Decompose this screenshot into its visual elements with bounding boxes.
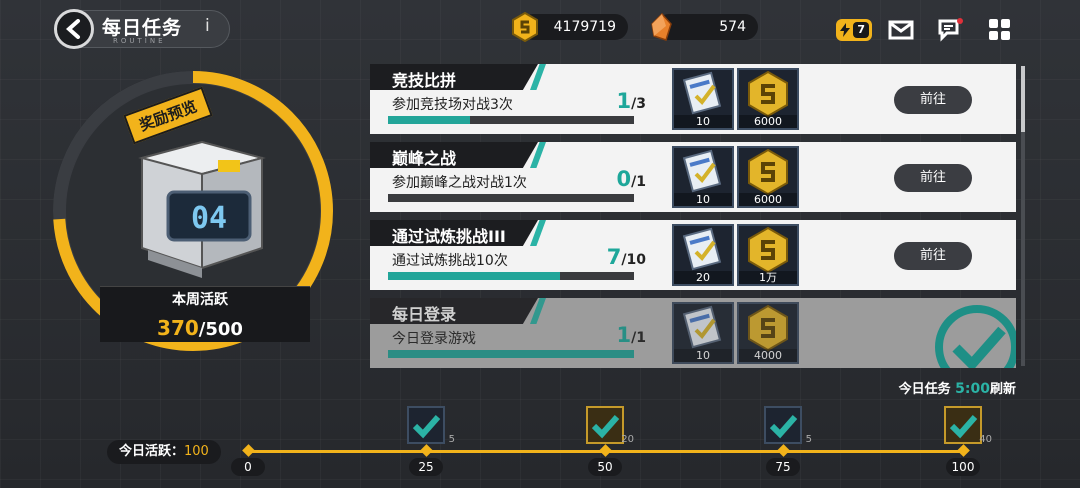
milestone-chest[interactable]: 40 <box>944 406 992 445</box>
svg-text:04: 04 <box>191 201 227 236</box>
task-progress-current: 1 <box>616 89 632 113</box>
scrollbar-thumb[interactable] <box>1021 66 1025 132</box>
coin-icon <box>748 70 788 118</box>
task-progress-total: /1 <box>631 174 646 190</box>
daily-activity: 今日活跃：100 <box>107 440 221 464</box>
task-progress-bar <box>388 194 634 202</box>
milestone-count: 5 <box>448 434 455 445</box>
task-description: 通过试炼挑战10次 <box>392 253 508 269</box>
milestone-count: 40 <box>979 434 992 445</box>
go-button[interactable]: 前往 <box>894 86 972 114</box>
timeline-tick-label: 50 <box>588 458 622 476</box>
ticket-icon <box>682 71 722 115</box>
ticket-icon <box>682 149 722 193</box>
weekly-progress-value: 370/500 <box>100 316 300 340</box>
reward-count: 20 <box>674 271 732 284</box>
task-row[interactable]: 通过试炼挑战III 通过试炼挑战10次 7/10 20 1万 前往 <box>370 220 1016 290</box>
task-progress-bar <box>388 116 634 124</box>
task-scrollbar[interactable] <box>1021 66 1025 366</box>
page-title: 每日任务 <box>102 17 183 39</box>
reward-item[interactable]: 6000 <box>737 68 799 130</box>
milestone-count: 20 <box>621 434 634 445</box>
reward-item[interactable]: 10 <box>672 68 734 130</box>
milestone-count: 5 <box>805 434 812 445</box>
go-button[interactable]: 前往 <box>894 164 972 192</box>
task-progress: 1/3 <box>596 89 646 113</box>
task-progress: 7/10 <box>596 245 646 269</box>
weekly-label: 本周活跃 <box>172 292 228 308</box>
back-button[interactable] <box>54 9 94 49</box>
chat-icon[interactable] <box>937 18 963 42</box>
daily-activity-value: 100 <box>184 444 209 459</box>
check-icon <box>591 415 620 439</box>
task-title: 竞技比拼 <box>392 71 457 90</box>
milestone-chest[interactable]: 5 <box>764 406 812 445</box>
task-row[interactable]: 每日登录 今日登录游戏 1/1 10 4000 <box>370 298 1016 368</box>
coin-icon <box>512 12 538 42</box>
task-progress-total: /10 <box>621 252 646 268</box>
info-button[interactable]: i <box>205 16 210 36</box>
refresh-label: 今日任务 <box>898 382 951 397</box>
coin-value: 4179719 <box>553 19 616 35</box>
task-description: 参加巅峰之战对战1次 <box>392 175 527 191</box>
coin-icon <box>748 148 788 196</box>
task-progress-bar <box>388 272 634 280</box>
completed-overlay <box>370 298 1016 368</box>
energy-value: 7 <box>853 22 869 38</box>
reward-item[interactable]: 1万 <box>737 224 799 286</box>
chevron-left-icon <box>65 19 80 39</box>
task-description: 参加竞技场对战3次 <box>392 97 513 113</box>
task-progress-current: 0 <box>616 167 632 191</box>
mail-icon[interactable] <box>888 18 914 42</box>
weekly-current: 370 <box>157 316 199 340</box>
reward-count: 1万 <box>739 271 797 284</box>
task-progress-current: 7 <box>606 245 622 269</box>
task-progress: 0/1 <box>596 167 646 191</box>
reward-count: 10 <box>674 115 732 128</box>
task-row[interactable]: 巅峰之战参加巅峰之战对战1次 0/1 10 6000 前往 <box>370 142 1016 212</box>
milestone-chest[interactable]: 20 <box>586 406 634 445</box>
task-title: 通过试炼挑战III <box>392 227 506 246</box>
reward-count: 10 <box>674 193 732 206</box>
reward-chest-icon[interactable]: 04 <box>128 118 276 282</box>
timeline-tick-label: 100 <box>946 458 980 476</box>
weekly-total: /500 <box>198 319 243 340</box>
reward-item[interactable]: 20 <box>672 224 734 286</box>
check-icon <box>412 415 441 439</box>
lightning-icon <box>840 23 851 37</box>
reward-count: 6000 <box>739 115 797 128</box>
menu-grid-icon[interactable] <box>987 18 1013 42</box>
timeline-tick-label: 75 <box>766 458 800 476</box>
task-row[interactable]: 竞技比拼参加竞技场对战3次 1/3 10 6000 前往 <box>370 64 1016 134</box>
crystal-icon <box>651 12 672 41</box>
task-progress-fill <box>388 116 470 124</box>
refresh-time: 5:00 <box>955 381 990 397</box>
milestone-chest[interactable]: 5 <box>407 406 455 445</box>
page-subtitle: ROUTINE <box>113 37 166 45</box>
reward-count: 6000 <box>739 193 797 206</box>
reward-item[interactable]: 10 <box>672 146 734 208</box>
ticket-icon <box>682 227 722 271</box>
task-progress-total: /3 <box>631 96 646 112</box>
refresh-info: 今日任务 5:00刷新 <box>830 378 1016 397</box>
coin-icon <box>748 226 788 274</box>
refresh-suffix: 刷新 <box>989 382 1016 397</box>
timeline-tick-label: 25 <box>409 458 443 476</box>
daily-activity-label: 今日活跃： <box>119 444 185 459</box>
task-title: 巅峰之战 <box>392 149 457 168</box>
check-icon <box>949 415 978 439</box>
check-icon <box>769 415 798 439</box>
task-progress-fill <box>388 272 561 280</box>
reward-item[interactable]: 6000 <box>737 146 799 208</box>
go-button[interactable]: 前往 <box>894 242 972 270</box>
crystal-value: 574 <box>719 19 746 35</box>
completed-check-icon <box>935 305 1016 368</box>
energy-badge[interactable]: 7 <box>836 19 872 41</box>
timeline-tick-label: 0 <box>231 458 265 476</box>
